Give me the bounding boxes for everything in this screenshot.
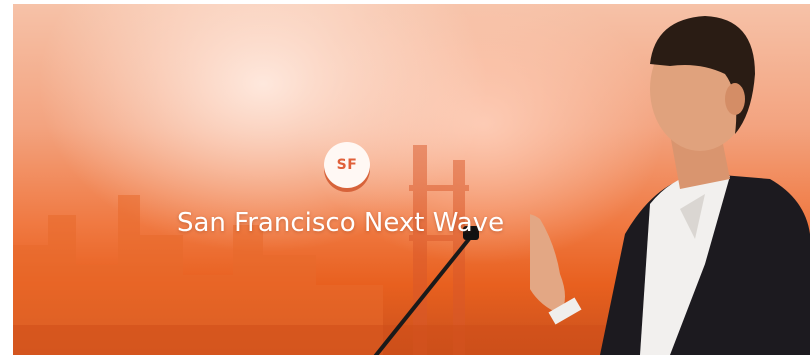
microphone xyxy=(373,226,479,355)
page-title: San Francisco Next Wave xyxy=(177,208,505,238)
sf-logo-icon: SF xyxy=(324,142,370,188)
speaker-photo xyxy=(530,16,810,355)
hero-banner: SF San Francisco Next Wave xyxy=(13,4,810,355)
badge-text: SF xyxy=(336,157,358,173)
